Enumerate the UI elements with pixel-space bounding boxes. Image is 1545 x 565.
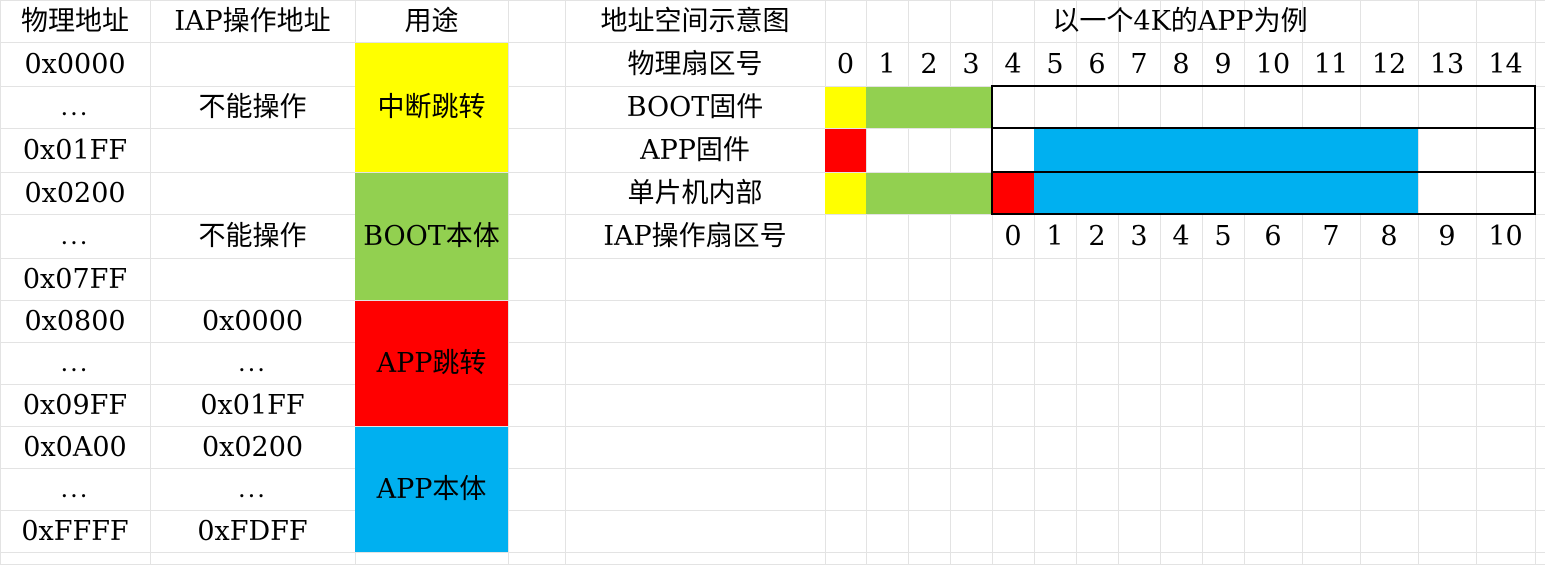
physical-address-cell: 0x09FF — [22, 389, 128, 421]
app-vector-block — [825, 129, 866, 172]
physical-sector-number: 8 — [1172, 48, 1190, 80]
physical-sector-number: 1 — [878, 48, 896, 80]
physical-address-cell: 0x0000 — [24, 48, 126, 80]
usage-label: BOOT本体 — [363, 220, 500, 252]
mcu-vector-block — [825, 173, 866, 214]
usage-label: APP本体 — [376, 473, 487, 505]
iap-sector-number: 1 — [1046, 220, 1064, 252]
iap-sector-number: 6 — [1264, 220, 1282, 252]
physical-address-cell: 0x0200 — [24, 177, 126, 209]
iap-address-cell: 0x0000 — [201, 305, 304, 337]
header-iap-address: IAP操作地址 — [174, 5, 331, 37]
iap-sector-number: 5 — [1214, 220, 1232, 252]
physical-sector-number: 12 — [1371, 48, 1407, 80]
physical-sector-number: 5 — [1046, 48, 1064, 80]
grid-row-line — [0, 552, 1545, 553]
physical-sector-number: 6 — [1088, 48, 1106, 80]
iap-address-cell: ... — [238, 349, 267, 377]
physical-address-cell: ... — [60, 222, 90, 250]
iap-region-frame — [991, 171, 1536, 215]
physical-address-cell: 0x0800 — [24, 305, 126, 337]
header-usage: 用途 — [404, 5, 459, 37]
usage-label: 中断跳转 — [377, 91, 486, 123]
iap-address-cell: ... — [238, 475, 267, 503]
physical-address-cell: 0x07FF — [22, 263, 128, 295]
spreadsheet-canvas: 物理地址 IAP操作地址 用途 地址空间示意图 以一个4K的APP为例 0x0000...… — [0, 0, 1545, 565]
physical-sector-number: 14 — [1488, 48, 1523, 80]
iap-address-cell: 不能操作 — [198, 91, 307, 123]
row-label-iap-sector: IAP操作扇区号 — [603, 220, 787, 252]
iap-sector-number: 10 — [1488, 220, 1523, 252]
header-physical-address: 物理地址 — [21, 5, 129, 37]
iap-address-cell: 不能操作 — [198, 220, 307, 252]
iap-sector-number: 3 — [1130, 220, 1148, 252]
physical-sector-number: 3 — [962, 48, 980, 80]
physical-address-cell: 0x01FF — [22, 134, 128, 166]
iap-sector-number: 4 — [1172, 220, 1190, 252]
physical-address-cell: 0xFFFF — [21, 515, 129, 547]
physical-sector-number: 10 — [1255, 48, 1291, 80]
mcu-boot-block — [866, 173, 992, 214]
iap-sector-number: 2 — [1088, 220, 1106, 252]
physical-sector-number: 7 — [1130, 48, 1148, 80]
iap-sector-number: 8 — [1380, 220, 1398, 252]
physical-address-cell: ... — [60, 93, 90, 121]
physical-address-cell: ... — [60, 349, 90, 377]
physical-sector-number: 4 — [1004, 48, 1022, 80]
boot-vector-block — [825, 87, 866, 128]
iap-sector-number: 0 — [1004, 220, 1022, 252]
iap-sector-number: 9 — [1438, 220, 1456, 252]
iap-sector-number: 7 — [1322, 220, 1340, 252]
iap-address-cell: 0x0200 — [201, 431, 304, 463]
iap-address-cell: 0x01FF — [200, 389, 305, 421]
header-diagram: 地址空间示意图 — [600, 5, 790, 37]
row-label-app-firmware: APP固件 — [640, 134, 750, 166]
physical-sector-number: 13 — [1429, 48, 1465, 80]
row-label-physical-sector: 物理扇区号 — [627, 48, 763, 80]
physical-address-cell: 0x0A00 — [23, 431, 127, 463]
header-example: 以一个4K的APP为例 — [1052, 5, 1308, 37]
row-label-boot-firmware: BOOT固件 — [626, 91, 764, 123]
physical-sector-number: 9 — [1214, 48, 1232, 80]
physical-address-cell: ... — [60, 475, 90, 503]
row-label-mcu-internal: 单片机内部 — [627, 177, 763, 209]
iap-address-cell: 0xFDFF — [197, 515, 308, 547]
iap-region-frame — [991, 127, 1536, 173]
usage-label: APP跳转 — [376, 347, 487, 379]
boot-body-block — [866, 87, 992, 128]
grid-col-line — [508, 0, 509, 564]
iap-region-frame — [991, 85, 1536, 129]
physical-sector-number: 11 — [1313, 48, 1349, 80]
physical-sector-number: 2 — [920, 48, 938, 80]
physical-sector-number: 0 — [836, 48, 855, 80]
